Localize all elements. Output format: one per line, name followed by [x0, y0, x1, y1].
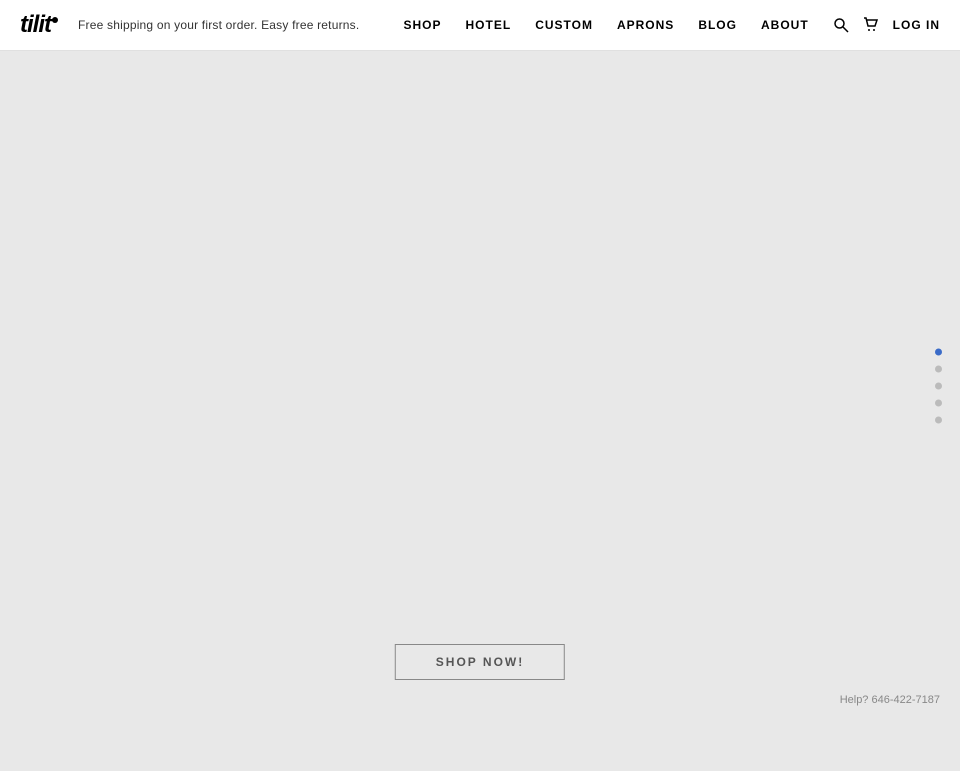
header-left: tilit Free shipping on your first order.… [20, 11, 359, 39]
site-header: tilit Free shipping on your first order.… [0, 0, 960, 51]
slide-dot-4[interactable] [935, 399, 942, 406]
nav-item-shop[interactable]: SHOP [404, 18, 442, 32]
login-link[interactable]: LOG IN [893, 18, 940, 32]
shop-now-button[interactable]: SHOP NOW! [395, 644, 565, 680]
nav-item-about[interactable]: ABOUT [761, 18, 809, 32]
slide-dot-5[interactable] [935, 416, 942, 423]
slide-indicators [935, 348, 942, 423]
search-icon[interactable] [833, 17, 849, 33]
help-text: Help? 646-422-7187 [840, 694, 940, 706]
site-logo[interactable]: tilit [20, 11, 58, 39]
main-nav: SHOP HOTEL CUSTOM APRONS BLOG ABOUT LOG … [404, 17, 941, 33]
cart-icon[interactable] [863, 17, 879, 33]
main-content: SHOP NOW! Help? 646-422-7187 [0, 51, 960, 720]
logo-dot [52, 17, 58, 23]
nav-item-blog[interactable]: BLOG [698, 18, 737, 32]
nav-item-aprons[interactable]: APRONS [617, 18, 674, 32]
slide-dot-1[interactable] [935, 348, 942, 355]
slide-dot-3[interactable] [935, 382, 942, 389]
shop-now-container: SHOP NOW! [395, 644, 565, 680]
nav-item-hotel[interactable]: HOTEL [466, 18, 512, 32]
nav-icons: LOG IN [833, 17, 940, 33]
header-tagline: Free shipping on your first order. Easy … [78, 18, 359, 32]
nav-item-custom[interactable]: CUSTOM [535, 18, 593, 32]
slide-dot-2[interactable] [935, 365, 942, 372]
